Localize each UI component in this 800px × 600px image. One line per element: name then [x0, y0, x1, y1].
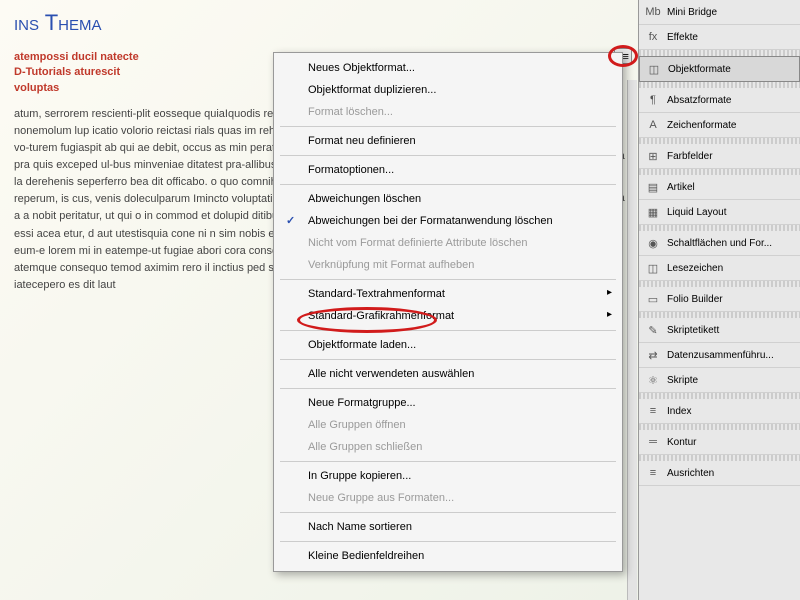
menu-close-all-groups: Alle Gruppen schließen	[274, 436, 622, 458]
fx-icon: fx	[645, 30, 661, 44]
vertical-scrollbar[interactable]	[627, 80, 637, 600]
buttons-icon: ◉	[645, 236, 661, 250]
menu-break-link: Verknüpfung mit Format aufheben	[274, 254, 622, 276]
page-heading: ins Thema	[14, 10, 626, 36]
data-merge-icon: ⇄	[645, 348, 661, 362]
panel-folio-builder[interactable]: ▭Folio Builder	[639, 287, 800, 312]
menu-copy-to-group[interactable]: In Gruppe kopieren...	[274, 465, 622, 487]
paragraph-icon: ¶	[645, 93, 661, 107]
object-styles-icon: ◫	[646, 62, 662, 76]
panel-stroke[interactable]: ═Kontur	[639, 430, 800, 455]
folio-icon: ▭	[645, 292, 661, 306]
stroke-icon: ═	[645, 435, 661, 449]
menu-clear-overrides-on-apply[interactable]: Abweichungen bei der Formatanwendung lös…	[274, 210, 622, 232]
panel-scripts[interactable]: ⚛Skripte	[639, 368, 800, 393]
menu-style-options[interactable]: Formatoptionen...	[274, 159, 622, 181]
panel-index[interactable]: ≡Index	[639, 399, 800, 424]
menu-sort-by-name[interactable]: Nach Name sortieren	[274, 516, 622, 538]
menu-default-graphic-frame[interactable]: Standard-Grafikrahmenformat	[274, 305, 622, 327]
panel-swatches[interactable]: ⊞Farbfelder	[639, 144, 800, 169]
menu-open-all-groups: Alle Gruppen öffnen	[274, 414, 622, 436]
context-menu: Neues Objektformat... Objektformat dupli…	[273, 52, 623, 572]
panel-object-styles[interactable]: ◫Objektformate	[639, 56, 800, 82]
panel-mini-bridge[interactable]: MbMini Bridge	[639, 0, 800, 25]
mini-bridge-icon: Mb	[645, 5, 661, 19]
scripts-icon: ⚛	[645, 373, 661, 387]
column-1: atum, serrorem rescienti-plit eosseque q…	[14, 106, 313, 302]
menu-clear-nonstyle-attrs: Nicht vom Format definierte Attribute lö…	[274, 232, 622, 254]
menu-select-unused[interactable]: Alle nicht verwendeten auswählen	[274, 363, 622, 385]
menu-new-group-from-styles: Neue Gruppe aus Formaten...	[274, 487, 622, 509]
panel-data-merge[interactable]: ⇄Datenzusammenführu...	[639, 343, 800, 368]
character-icon: A	[645, 118, 661, 132]
articles-icon: ▤	[645, 180, 661, 194]
panel-script-label[interactable]: ✎Skriptetikett	[639, 318, 800, 343]
panel-articles[interactable]: ▤Artikel	[639, 175, 800, 200]
panel-character-styles[interactable]: AZeichenformate	[639, 113, 800, 138]
script-label-icon: ✎	[645, 323, 661, 337]
panel-buttons-forms[interactable]: ◉Schaltflächen und For...	[639, 231, 800, 256]
swatches-icon: ⊞	[645, 149, 661, 163]
panel-liquid-layout[interactable]: ▦Liquid Layout	[639, 200, 800, 225]
right-panel-dock: MbMini Bridge fxEffekte ◫Objektformate ¶…	[638, 0, 800, 600]
align-icon: ≡	[645, 466, 661, 480]
menu-default-text-frame[interactable]: Standard-Textrahmenformat	[274, 283, 622, 305]
bookmark-icon: ◫	[645, 261, 661, 275]
menu-redefine-style[interactable]: Format neu definieren	[274, 130, 622, 152]
menu-clear-overrides[interactable]: Abweichungen löschen	[274, 188, 622, 210]
menu-duplicate-style[interactable]: Objektformat duplizieren...	[274, 79, 622, 101]
menu-load-object-styles[interactable]: Objektformate laden...	[274, 334, 622, 356]
panel-paragraph-styles[interactable]: ¶Absatzformate	[639, 88, 800, 113]
index-icon: ≡	[645, 404, 661, 418]
panel-align[interactable]: ≡Ausrichten	[639, 461, 800, 486]
liquid-icon: ▦	[645, 205, 661, 219]
menu-delete-style: Format löschen...	[274, 101, 622, 123]
panel-effects[interactable]: fxEffekte	[639, 25, 800, 50]
menu-small-panel-rows[interactable]: Kleine Bedienfeldreihen	[274, 545, 622, 567]
menu-new-group[interactable]: Neue Formatgruppe...	[274, 392, 622, 414]
panel-bookmarks[interactable]: ◫Lesezeichen	[639, 256, 800, 281]
menu-new-object-style[interactable]: Neues Objektformat...	[274, 57, 622, 79]
